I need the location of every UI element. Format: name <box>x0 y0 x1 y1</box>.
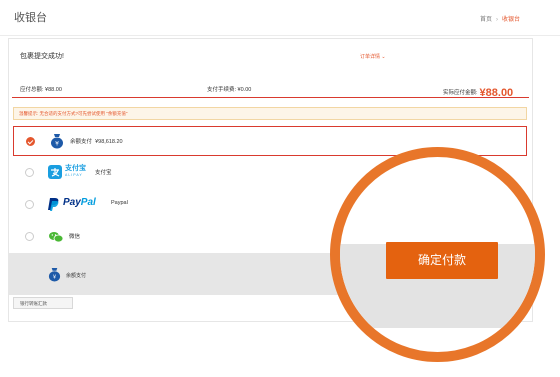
alipay-radio[interactable] <box>25 168 34 177</box>
breadcrumb-separator: › <box>495 17 498 23</box>
actual-payable-label: 实际应付金额: <box>443 90 478 96</box>
alipay-label: 支付宝 <box>95 170 112 176</box>
paypal-icon <box>48 197 60 216</box>
alipay-logo-subtext: ALIPAY <box>65 173 83 177</box>
service-fee: 支付手续费: ¥0.00 <box>207 87 252 93</box>
page-title: 收银台 <box>14 12 47 24</box>
confirm-payment-button[interactable]: 确定付款 <box>386 242 498 279</box>
order-success-text: 包裹提交成功! <box>20 53 64 60</box>
balance-amount: ¥98,618.20 <box>95 139 123 145</box>
breadcrumb: 首页 › 收银台 <box>480 14 520 23</box>
total-amount: 应付总额: ¥88.00 <box>20 87 62 93</box>
svg-text:¥: ¥ <box>55 141 59 148</box>
paypal-logo: PayPal <box>63 197 96 208</box>
wallet-icon: ¥ <box>50 133 64 154</box>
wechat-label: 微信 <box>69 234 81 240</box>
balance-radio[interactable] <box>26 137 35 146</box>
payment-summary: 应付总额: ¥88.00 支付手续费: ¥0.00 实际应付金额: ¥88.00 <box>20 83 518 99</box>
actual-payable: 实际应付金额: ¥88.00 <box>443 85 513 99</box>
breadcrumb-current: 收银台 <box>501 17 520 23</box>
order-details-link[interactable]: 订单详情 ⌄ <box>360 53 386 60</box>
selected-method-label: 余额支付 <box>66 273 87 279</box>
alipay-logo-text: 支付宝 <box>65 165 86 172</box>
notice-banner: 温馨提示: 无合适的支付方式?可先尝试使用 "余额充值" <box>13 107 527 120</box>
alipay-icon <box>48 165 62 184</box>
paypal-label: Paypal <box>111 200 128 206</box>
wallet-icon: ¥ <box>48 267 61 287</box>
summary-divider <box>12 97 529 98</box>
breadcrumb-home[interactable]: 首页 <box>480 17 492 23</box>
bank-transfer-tab[interactable]: 银行转账汇款 <box>13 297 73 309</box>
svg-text:¥: ¥ <box>53 275 57 281</box>
wechat-radio[interactable] <box>25 232 34 241</box>
balance-label: 余额支付 ¥98,618.20 <box>70 139 123 145</box>
top-bar <box>0 0 560 36</box>
wechat-icon <box>49 230 64 248</box>
paypal-radio[interactable] <box>25 200 34 209</box>
